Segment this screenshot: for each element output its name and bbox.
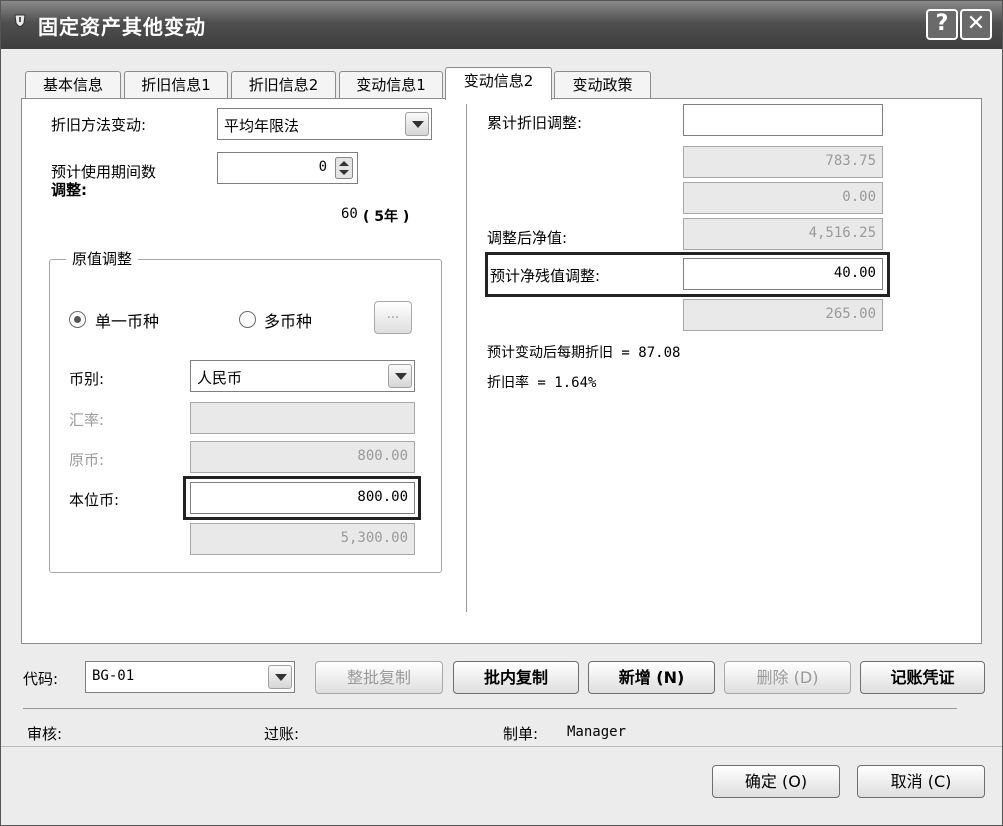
delete-button[interactable]: 删除 (D): [724, 661, 851, 694]
column-divider: [466, 104, 467, 612]
original-currency-label: 原币:: [69, 451, 105, 469]
local-total-field: 5,300.00: [190, 523, 415, 555]
audit-label: 审核:: [27, 725, 63, 743]
dialog-window: 固定资产其他变动 ? ✕ 基本信息 折旧信息1 折旧信息2 变动信息1 变动信息…: [0, 0, 1003, 826]
accum-dep-input[interactable]: [683, 104, 883, 136]
tab-basic-info[interactable]: 基本信息: [25, 71, 121, 99]
batch-copy-button[interactable]: 整批复制: [315, 661, 443, 694]
tab-change-policy[interactable]: 变动政策: [554, 71, 651, 99]
period-value: 0: [318, 159, 327, 175]
radio-multi-label: 多币种: [264, 312, 313, 331]
currency-select[interactable]: 人民币: [190, 360, 415, 392]
tab-change-info-2[interactable]: 变动信息2: [445, 67, 552, 100]
dep-rate-text: 折旧率 = 1.64%: [487, 375, 597, 391]
ok-button[interactable]: 确定 (O): [712, 765, 840, 798]
voucher-button[interactable]: 记账凭证: [860, 661, 985, 694]
app-icon: [14, 14, 26, 27]
in-batch-copy-button[interactable]: 批内复制: [453, 661, 579, 694]
rate-field: [190, 402, 415, 434]
currency-value: 人民币: [197, 369, 243, 387]
code-select[interactable]: BG-01: [85, 661, 295, 693]
highlight-box-local: [183, 476, 421, 520]
monthly-dep-text: 预计变动后每期折旧 = 87.08: [487, 345, 681, 361]
period-years: ( 5年 ): [363, 209, 410, 225]
local-currency-label: 本位币:: [69, 491, 120, 509]
window-title: 固定资产其他变动: [38, 15, 206, 39]
chevron-down-icon[interactable]: [405, 112, 429, 136]
method-label: 折旧方法变动:: [51, 116, 147, 134]
help-button[interactable]: ?: [926, 9, 958, 40]
chevron-down-icon[interactable]: [388, 364, 412, 388]
chevron-down-icon[interactable]: [268, 665, 292, 689]
close-button[interactable]: ✕: [960, 9, 992, 40]
title-bar[interactable]: 固定资产其他变动 ? ✕: [1, 1, 1002, 49]
code-value: BG-01: [92, 668, 135, 684]
net-value-field: 4,516.25: [683, 218, 883, 250]
post-label: 过账:: [264, 725, 300, 743]
tab-change-info-1[interactable]: 变动信息1: [339, 71, 443, 99]
footer-divider: [1, 746, 1002, 747]
radio-single-label: 单一币种: [95, 312, 160, 331]
original-currency-field: 800.00: [190, 441, 415, 473]
radio-multi-currency[interactable]: [239, 311, 256, 328]
group-title: 原值调整: [66, 248, 139, 269]
net-value-label: 调整后净值:: [487, 229, 568, 247]
residual-after-field: 265.00: [683, 299, 883, 331]
tab-depreciation-1[interactable]: 折旧信息1: [124, 71, 228, 99]
highlight-box-residual: [485, 252, 890, 297]
accum-dep-readonly: 783.75: [683, 146, 883, 178]
multi-currency-more-button[interactable]: ...: [374, 301, 412, 334]
period-input[interactable]: 0: [217, 152, 358, 184]
tab-depreciation-2[interactable]: 折旧信息2: [231, 71, 336, 99]
spinner-icon[interactable]: [335, 157, 353, 179]
period-total: 60: [341, 206, 358, 222]
method-select[interactable]: 平均年限法: [217, 108, 432, 140]
code-label: 代码:: [23, 670, 59, 688]
cancel-button[interactable]: 取消 (C): [857, 765, 985, 798]
rate-label: 汇率:: [69, 411, 105, 429]
status-divider: [23, 708, 957, 709]
method-value: 平均年限法: [224, 117, 300, 135]
period-label-line2: 调整:: [51, 181, 87, 199]
accum-dep-label: 累计折旧调整:: [487, 114, 583, 132]
maker-label: 制单:: [503, 725, 539, 743]
maker-value: Manager: [567, 724, 627, 740]
currency-label: 币别:: [69, 370, 105, 388]
radio-single-currency[interactable]: [69, 311, 86, 328]
impairment-readonly: 0.00: [683, 182, 883, 214]
add-button[interactable]: 新增 (N): [588, 661, 715, 694]
